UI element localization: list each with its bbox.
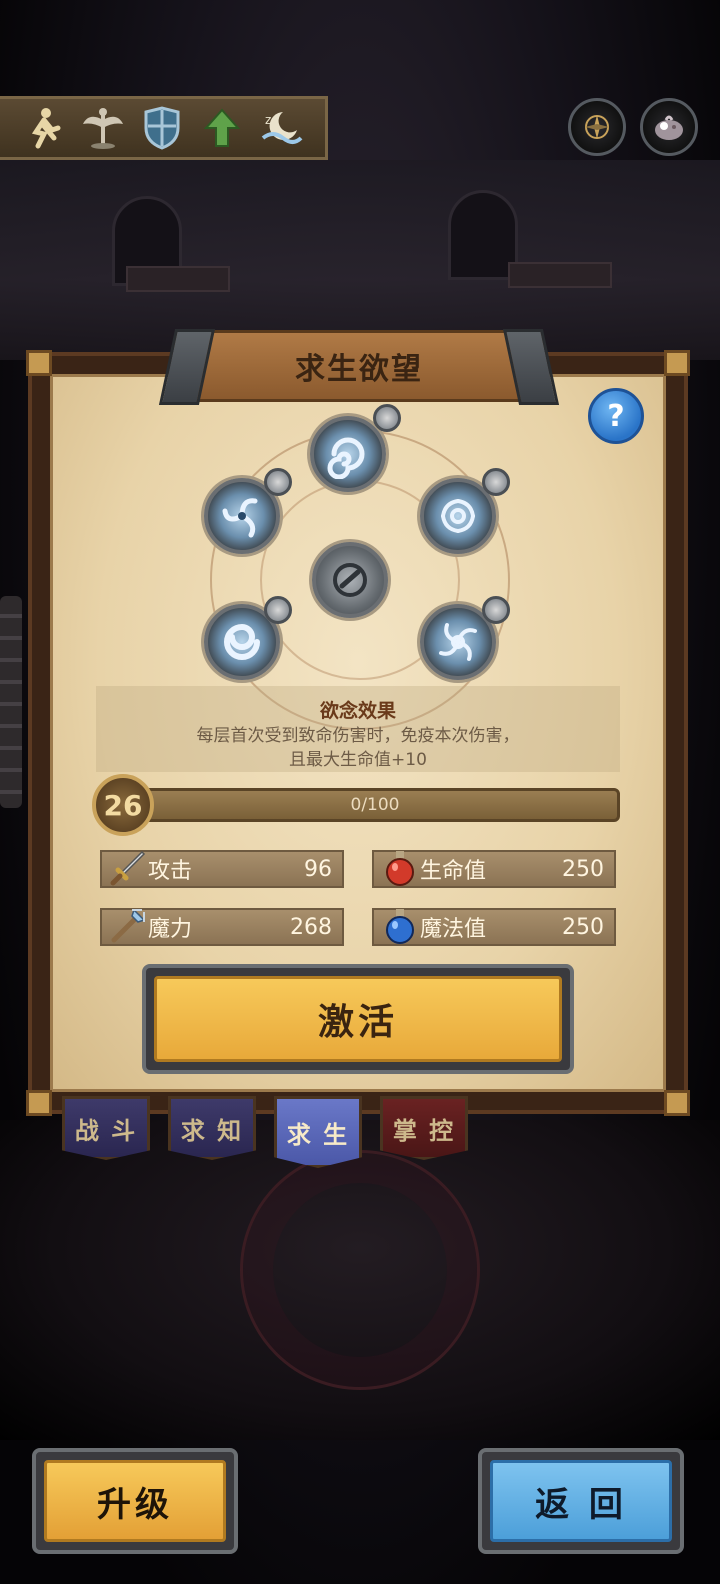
tab-knowledge[interactable]: 求 知 (168, 1096, 256, 1160)
tab-label: 求 知 (180, 1116, 244, 1145)
effect-description-line: 每层首次受到致命伤害时，免疫本次伤害， (196, 726, 520, 746)
tab-survival[interactable]: 求 生 (274, 1096, 362, 1168)
skill-node-top[interactable] (310, 416, 386, 492)
tab-label: 求 生 (286, 1120, 350, 1149)
red-potion-icon (378, 846, 422, 890)
wave-icon (224, 623, 260, 660)
compass-icon (585, 115, 609, 139)
lock-icon (264, 468, 292, 496)
effect-description-line: 且最大生命值+10 (289, 750, 427, 770)
panel-corner (664, 1090, 690, 1116)
shield-icon[interactable] (138, 104, 186, 152)
lock-icon (264, 596, 292, 624)
activate-label: 激活 (154, 976, 562, 1062)
help-label: ? (607, 398, 625, 434)
locked-core-icon (333, 563, 367, 597)
tab-combat[interactable]: 战 斗 (62, 1096, 150, 1160)
panel-corner (664, 350, 690, 376)
lock-icon (373, 404, 401, 432)
stat-label: 魔力 (148, 917, 193, 942)
stat-value: 268 (290, 914, 332, 940)
level-badge: 26 (92, 774, 154, 836)
panel-title: 求生欲望 (295, 352, 423, 387)
stat-value: 250 (562, 856, 604, 882)
level-number: 26 (103, 788, 143, 822)
running-figure-icon[interactable] (20, 104, 68, 152)
stat-value: 96 (304, 856, 332, 882)
compass-button[interactable] (568, 98, 626, 156)
progress-text: 0/100 (350, 795, 400, 815)
stat-value: 250 (562, 914, 604, 940)
stat-label: 魔法值 (420, 917, 487, 942)
back-label: 返 回 (490, 1460, 672, 1542)
experience-progress-bar: 0/100 (130, 788, 620, 822)
effect-title: 欲念效果 (319, 700, 396, 722)
tab-control[interactable]: 掌 控 (380, 1096, 468, 1160)
stat-mp: 魔法值 250 (372, 908, 616, 946)
stat-label: 攻击 (148, 859, 193, 884)
help-button[interactable]: ? (588, 388, 644, 444)
background-magic-circle (240, 1150, 480, 1390)
moon-sleep-icon[interactable]: z (257, 104, 305, 152)
side-chain-decoration (0, 596, 22, 808)
tab-label: 掌 控 (392, 1116, 456, 1145)
staff-icon (106, 904, 150, 948)
stat-attack: 攻击 96 (100, 850, 344, 888)
lock-icon (482, 596, 510, 624)
whirlwind-icon (439, 623, 477, 661)
top-category-bar: z (0, 96, 328, 160)
blue-potion-icon (378, 904, 422, 948)
upgrade-label: 升级 (44, 1460, 226, 1542)
upgrade-button[interactable]: 升级 (32, 1448, 238, 1554)
winged-staff-icon[interactable] (79, 104, 127, 152)
tab-label: 战 斗 (74, 1116, 138, 1145)
pouch-icon (655, 115, 683, 140)
stat-label: 生命值 (420, 859, 487, 884)
back-button[interactable]: 返 回 (478, 1448, 684, 1554)
stat-magic-power: 魔力 268 (100, 908, 344, 946)
panel-corner (26, 1090, 52, 1116)
stat-hp: 生命值 250 (372, 850, 616, 888)
skill-node-center[interactable] (312, 542, 388, 618)
activate-button[interactable]: 激活 (142, 964, 574, 1074)
sword-icon (106, 846, 150, 890)
svg-text:z: z (265, 113, 271, 127)
up-arrow-icon[interactable] (198, 104, 246, 152)
lock-icon (482, 468, 510, 496)
panel-title-plate: 求生欲望 (158, 329, 560, 405)
panel-corner (26, 350, 52, 376)
vortex-icon (441, 499, 475, 533)
swirl-icon (327, 437, 365, 479)
pouch-button[interactable] (640, 98, 698, 156)
triple-swirl-icon (222, 498, 258, 538)
effect-description-box: 欲念效果 每层首次受到致命伤害时，免疫本次伤害， 且最大生命值+10 (96, 686, 620, 772)
background-bench (126, 266, 230, 292)
background-bench (508, 262, 612, 288)
